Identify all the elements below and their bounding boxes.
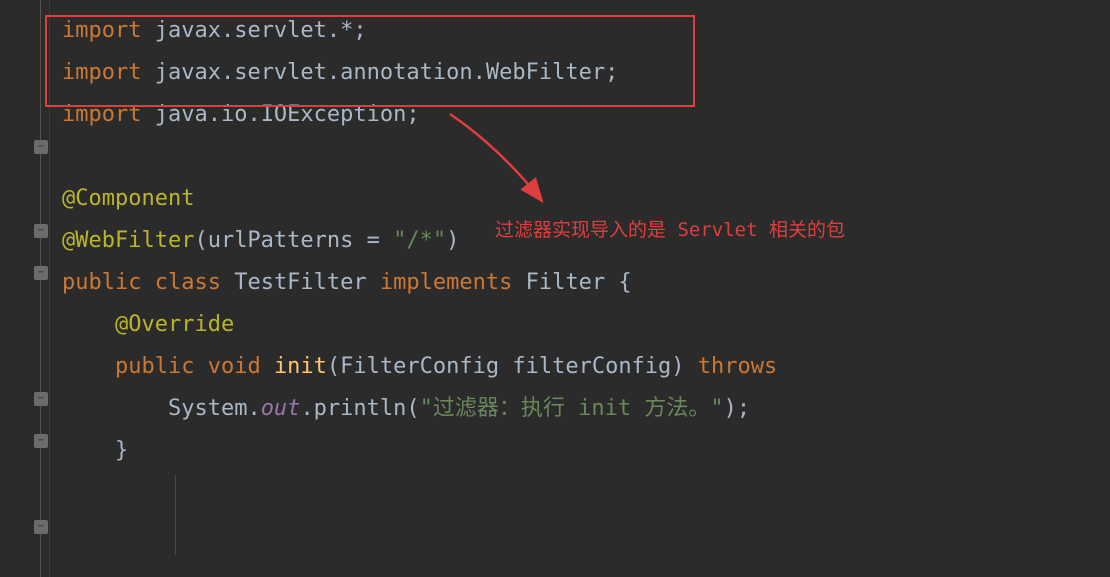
code-editor: − − − − − − import javax.servlet.*; impo… — [0, 0, 1110, 577]
code-area[interactable]: import javax.servlet.*; import javax.ser… — [50, 0, 1110, 577]
code-line: import java.io.IOException; — [62, 94, 1110, 136]
fold-icon[interactable]: − — [34, 140, 48, 154]
fold-icon[interactable]: − — [34, 434, 48, 448]
code-line: System.out.println("过滤器：执行 init 方法。"); — [62, 388, 1110, 430]
code-line: @Component — [62, 178, 1110, 220]
code-line: public class TestFilter implements Filte… — [62, 262, 1110, 304]
fold-icon[interactable]: − — [34, 392, 48, 406]
code-line: import javax.servlet.*; — [62, 10, 1110, 52]
indent-guide — [175, 475, 176, 555]
code-line: import javax.servlet.annotation.WebFilte… — [62, 52, 1110, 94]
gutter: − − − − − − — [0, 0, 50, 577]
code-line — [62, 136, 1110, 178]
annotation-label: 过滤器实现导入的是 Servlet 相关的包 — [495, 215, 845, 242]
code-line: public void init(FilterConfig filterConf… — [62, 346, 1110, 388]
code-line: } — [62, 430, 1110, 472]
fold-icon[interactable]: − — [34, 520, 48, 534]
code-line: @Override — [62, 304, 1110, 346]
fold-icon[interactable]: − — [34, 224, 48, 238]
fold-icon[interactable]: − — [34, 266, 48, 280]
